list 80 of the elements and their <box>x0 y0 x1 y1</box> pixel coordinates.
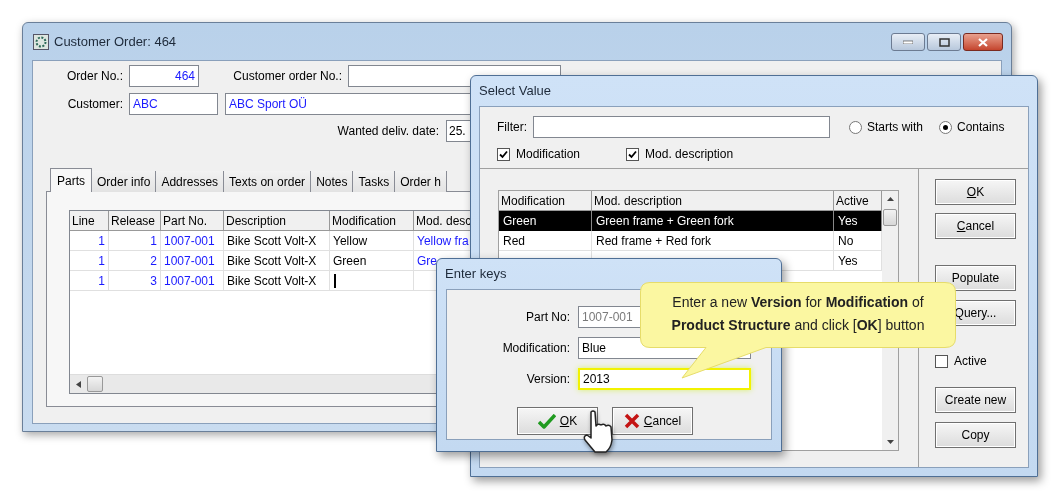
radio-label: Contains <box>957 119 1005 136</box>
column-header[interactable]: Release <box>109 211 161 230</box>
column-header[interactable]: Mod. description <box>592 191 834 210</box>
table-cell: Green <box>499 211 592 231</box>
dialog-button[interactable]: OK <box>935 179 1016 205</box>
field-label: Part No: <box>525 309 570 326</box>
table-cell: Bike Scott Volt-X <box>224 231 330 250</box>
tab[interactable]: Parts <box>50 168 92 192</box>
table-cell: 1 <box>70 271 109 290</box>
scroll-left-icon[interactable] <box>76 380 81 388</box>
table-cell: Green <box>330 251 414 270</box>
radio-button[interactable] <box>939 120 952 134</box>
dialog-button[interactable]: Cancel <box>612 407 693 435</box>
scroll-thumb[interactable] <box>883 209 897 226</box>
maximize-button[interactable] <box>927 33 961 51</box>
hand-cursor-icon <box>582 410 614 454</box>
table-cell: 1 <box>70 251 109 270</box>
checkbox[interactable] <box>935 354 948 368</box>
close-button[interactable] <box>963 33 1003 51</box>
text-caret <box>334 273 336 288</box>
table-cell: Green frame + Green fork <box>592 211 834 231</box>
scroll-down-icon[interactable] <box>886 440 894 444</box>
tab[interactable]: Order info <box>92 171 157 192</box>
field-label: Modification: <box>501 340 570 357</box>
customer-code-field[interactable]: ABC <box>129 93 218 115</box>
tab[interactable]: Tasks <box>353 171 396 192</box>
field-label: Customer: <box>66 96 123 113</box>
table-cell: 1007-001 <box>161 231 224 250</box>
table-cell: Yellow <box>330 231 414 250</box>
maximize-icon <box>938 37 950 47</box>
minimize-icon <box>903 40 913 44</box>
column-header[interactable]: Description <box>224 211 330 230</box>
table-cell: 3 <box>109 271 161 290</box>
window-title: Customer Order: 464 <box>54 32 177 51</box>
dialog-button[interactable]: Populate <box>935 265 1016 291</box>
tab[interactable]: Addresses <box>156 171 225 192</box>
checkbox-label: Modification <box>516 146 581 163</box>
tab[interactable]: Order h <box>395 171 447 192</box>
text-field[interactable]: 2013 <box>578 368 751 390</box>
column-header[interactable]: Modification <box>499 191 592 210</box>
checkbox-label: Mod. description <box>645 146 734 163</box>
checkbox[interactable] <box>626 147 640 161</box>
cross-icon <box>623 413 640 429</box>
dialog-button[interactable]: Cancel <box>935 213 1016 239</box>
radio-label: Starts with <box>867 119 923 136</box>
table-cell: Red <box>499 231 592 250</box>
table-cell: 2 <box>109 251 161 270</box>
list-row[interactable]: Red Red frame + Red fork No <box>499 231 882 251</box>
minimize-button[interactable] <box>891 33 925 51</box>
order-number-field[interactable]: 464 <box>129 65 199 87</box>
checkbox[interactable] <box>497 147 510 161</box>
scroll-up-icon[interactable] <box>886 197 894 201</box>
radio-button[interactable] <box>849 120 862 134</box>
dialog-button[interactable]: OK <box>517 407 598 435</box>
column-header[interactable]: Part No. <box>161 211 224 230</box>
app-icon <box>33 33 49 50</box>
tab[interactable]: Texts on order <box>224 171 312 192</box>
table-cell: 1 <box>70 231 109 250</box>
close-icon <box>978 37 988 47</box>
field-label: Customer order No.: <box>232 68 342 85</box>
field-label: Version: <box>525 371 570 388</box>
column-header[interactable]: Line <box>70 211 109 230</box>
column-header[interactable]: Modification <box>330 211 414 230</box>
filter-field[interactable] <box>533 116 830 138</box>
field-label: Wanted deliv. date: <box>336 123 439 140</box>
dialog-button[interactable]: Create new <box>935 387 1016 413</box>
table-cell: Red frame + Red fork <box>592 231 834 250</box>
checkmark-icon <box>537 413 556 429</box>
table-cell: 1007-001 <box>161 251 224 270</box>
checkbox-label: Active <box>954 353 987 370</box>
list-row[interactable]: Green Green frame + Green fork Yes <box>499 211 882 231</box>
tab[interactable]: Notes <box>311 171 354 192</box>
field-label: Filter: <box>497 119 527 136</box>
table-cell: Bike Scott Volt-X <box>224 271 330 290</box>
field-label: Order No.: <box>66 68 123 85</box>
dialog-button[interactable]: Copy <box>935 422 1016 448</box>
table-cell: 1 <box>109 231 161 250</box>
table-cell: Bike Scott Volt-X <box>224 251 330 270</box>
table-cell: 1007-001 <box>161 271 224 290</box>
scroll-thumb[interactable] <box>87 376 103 392</box>
